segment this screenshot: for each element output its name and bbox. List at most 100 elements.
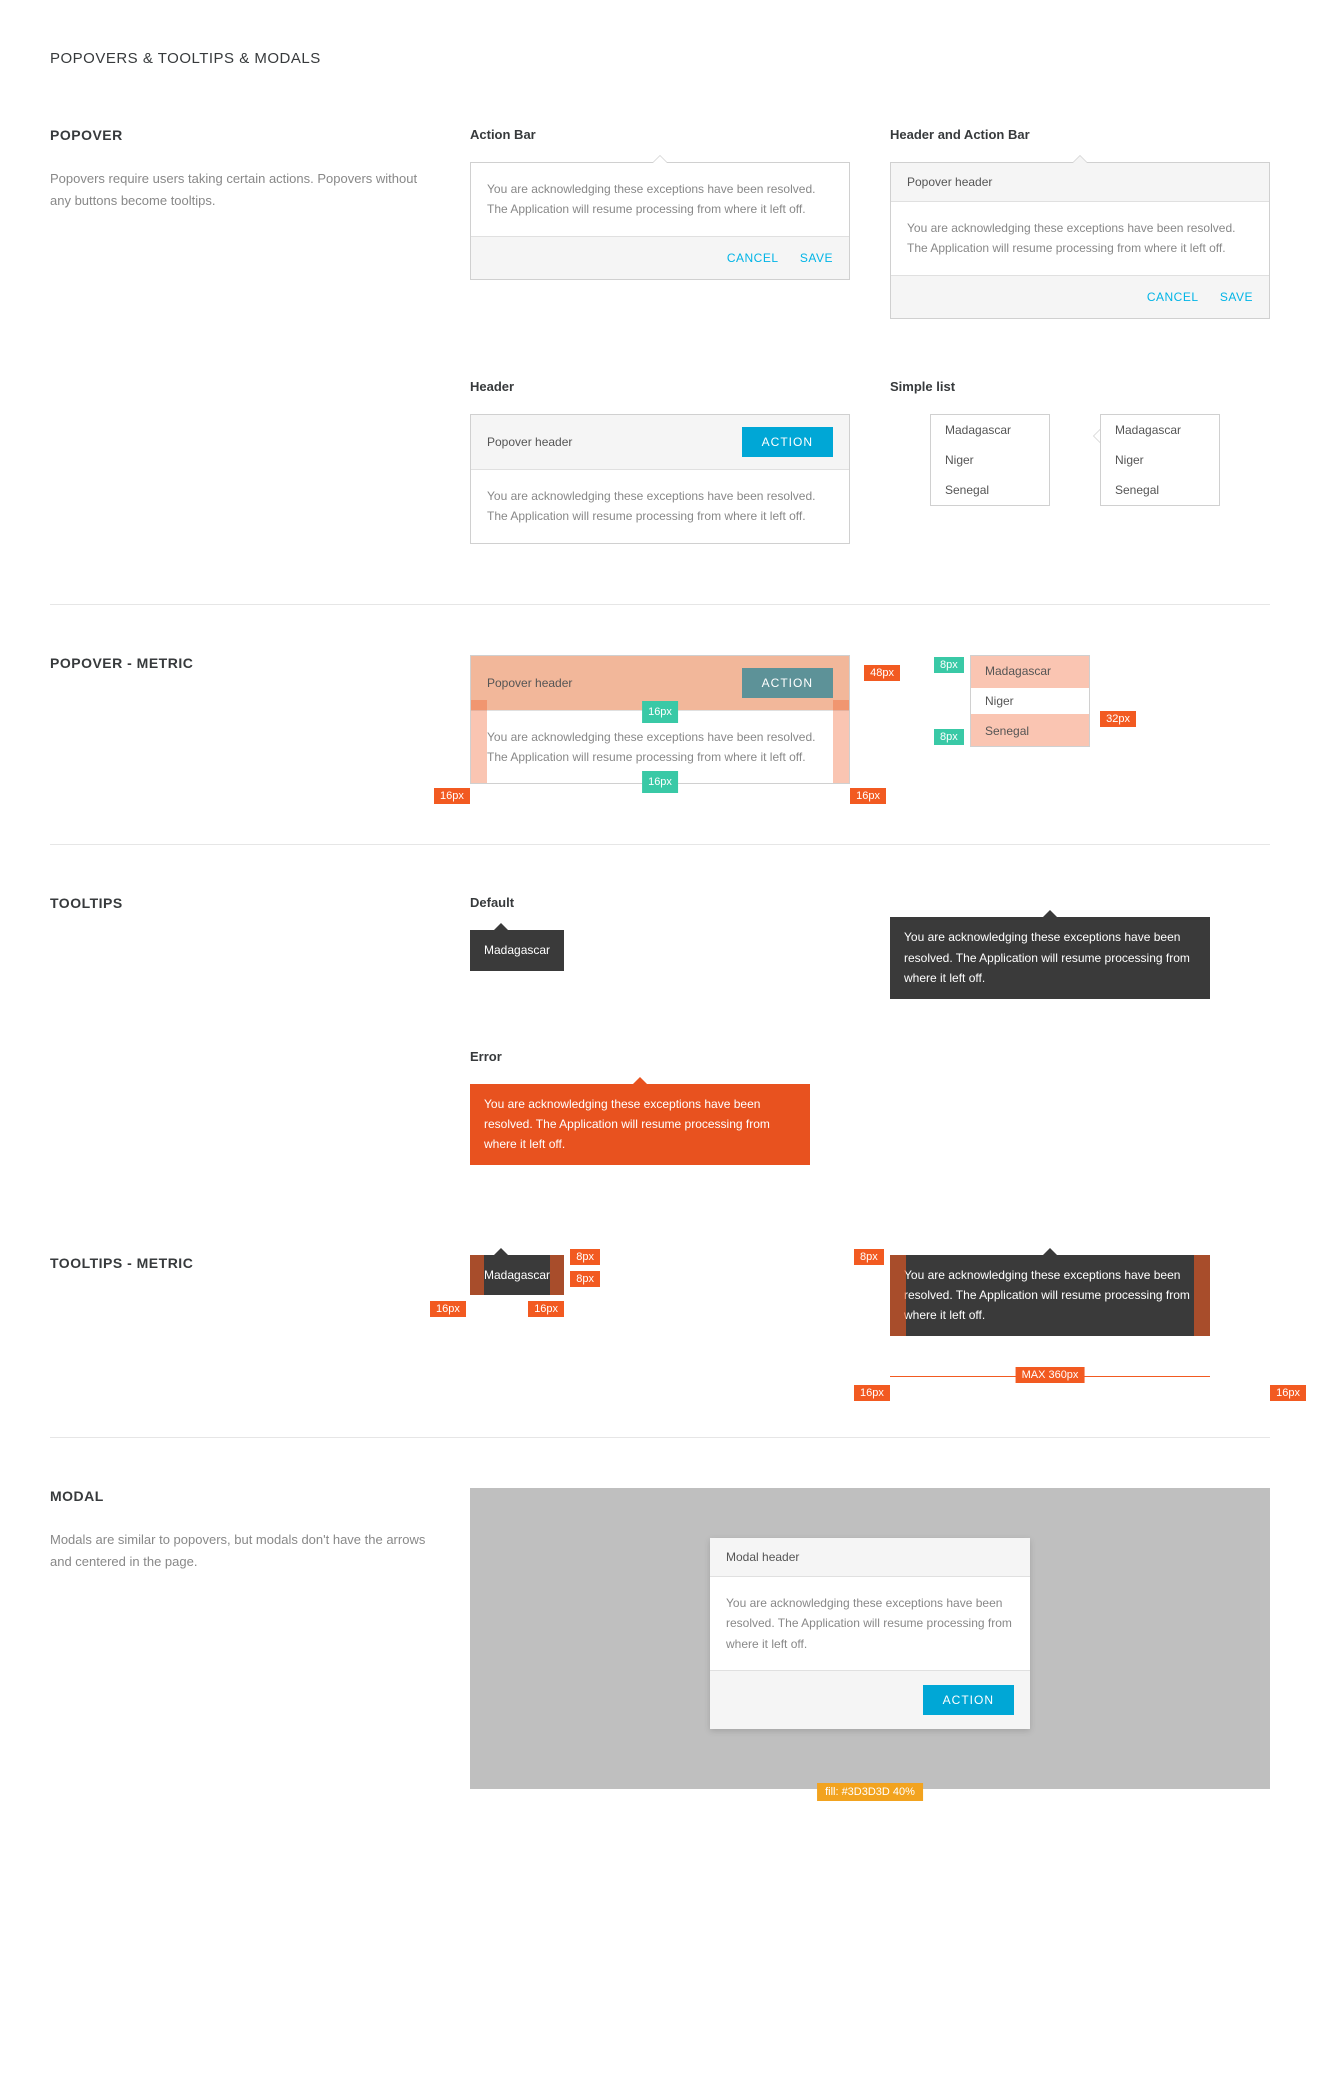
- metric-highlight: [550, 1255, 564, 1295]
- popover-description: Popovers require users taking certain ac…: [50, 168, 430, 212]
- popover-list-metric: Madagascar Niger Senegal: [970, 655, 1090, 747]
- modal-description: Modals are similar to popovers, but moda…: [50, 1529, 430, 1573]
- tooltip-text: Madagascar: [484, 943, 550, 957]
- tooltip-error: You are acknowledging these exceptions h…: [470, 1084, 810, 1165]
- popover-body: You are acknowledging these exceptions h…: [471, 711, 849, 784]
- label-header: Header: [470, 379, 850, 394]
- popover-header-text: Popover header: [907, 175, 992, 189]
- tooltip-metric-long: You are acknowledging these exceptions h…: [890, 1255, 1210, 1336]
- popover-header-text: Popover header: [487, 435, 572, 449]
- divider: [50, 604, 1270, 605]
- list-item[interactable]: Senegal: [931, 475, 1049, 505]
- metric-label: 16px: [854, 1385, 890, 1401]
- metric-label: 8px: [570, 1271, 600, 1287]
- popover-body: You are acknowledging these exceptions h…: [471, 163, 849, 236]
- save-button[interactable]: SAVE: [800, 251, 833, 265]
- tooltips-row-2: Error You are acknowledging these except…: [50, 1049, 1270, 1165]
- modal-backdrop: Modal header You are acknowledging these…: [470, 1488, 1270, 1789]
- popover-row-1: POPOVER Popovers require users taking ce…: [50, 127, 1270, 319]
- cancel-button[interactable]: CANCEL: [727, 251, 779, 265]
- action-button[interactable]: ACTION: [742, 668, 833, 698]
- popover-row-2: Header Popover header ACTION You are ack…: [50, 379, 1270, 544]
- divider: [50, 1437, 1270, 1438]
- metric-label: 8px: [854, 1249, 884, 1265]
- section-heading-tooltips: TOOLTIPS: [50, 895, 430, 911]
- metric-label: 48px: [864, 665, 900, 681]
- list-item[interactable]: Madagascar: [971, 656, 1089, 686]
- metric-label: 16px: [1270, 1385, 1306, 1401]
- popover-arrow-icon: [1072, 155, 1088, 163]
- modal-row: MODAL Modals are similar to popovers, bu…: [50, 1488, 1270, 1789]
- popover-action-bar: You are acknowledging these exceptions h…: [470, 162, 850, 280]
- popover-metric-example: Popover header ACTION You are acknowledg…: [470, 655, 850, 785]
- section-heading-popover-metric: POPOVER - METRIC: [50, 655, 430, 671]
- metric-label: 16px: [850, 788, 886, 804]
- tooltip-arrow-icon: [633, 1077, 647, 1084]
- metric-label: 16px: [430, 1301, 466, 1317]
- list-item[interactable]: Niger: [931, 445, 1049, 475]
- section-heading-modal: MODAL: [50, 1488, 430, 1504]
- metric-label: 16px: [642, 771, 678, 794]
- tooltip-arrow-icon: [1043, 1248, 1057, 1255]
- popover-action-bar-row: CANCEL SAVE: [471, 236, 849, 279]
- tooltip-text: You are acknowledging these exceptions h…: [904, 930, 1190, 985]
- tooltip-arrow-icon: [494, 923, 508, 930]
- metric-highlight: [471, 700, 487, 784]
- save-button[interactable]: SAVE: [1220, 290, 1253, 304]
- popover-metric-row: POPOVER - METRIC Popover header ACTION Y…: [50, 655, 1270, 785]
- popover-arrow-icon: [1093, 429, 1100, 443]
- metric-label: 16px: [642, 701, 678, 724]
- label-header-action-bar: Header and Action Bar: [890, 127, 1270, 142]
- label-action-bar: Action Bar: [470, 127, 850, 142]
- metric-highlight: [470, 1255, 484, 1295]
- list-item[interactable]: Senegal: [1101, 475, 1219, 505]
- metric-label: 8px: [934, 729, 964, 745]
- metric-label-max: MAX 360px: [1016, 1367, 1085, 1383]
- popover-header-action-bar: Popover header You are acknowledging the…: [890, 162, 1270, 319]
- list-item[interactable]: Madagascar: [931, 415, 1049, 445]
- label-simple-list: Simple list: [890, 379, 1270, 394]
- metric-highlight: [890, 1255, 906, 1336]
- list-item[interactable]: Senegal: [971, 716, 1089, 746]
- popover-header-only: Popover header ACTION You are acknowledg…: [470, 414, 850, 544]
- tooltip-text: You are acknowledging these exceptions h…: [904, 1268, 1190, 1323]
- tooltip-default-short: Madagascar: [470, 930, 564, 970]
- modal-dialog: Modal header You are acknowledging these…: [710, 1538, 1030, 1729]
- tooltip-default-long: You are acknowledging these exceptions h…: [890, 917, 1210, 998]
- action-button[interactable]: ACTION: [742, 427, 833, 457]
- metric-label: 16px: [434, 788, 470, 804]
- popover-list-box: Madagascar Niger Senegal: [930, 414, 1050, 506]
- list-item[interactable]: Madagascar: [1101, 415, 1219, 445]
- tooltips-metric-row: TOOLTIPS - METRIC Madagascar 8px 8px 16p…: [50, 1255, 1270, 1377]
- modal-body: You are acknowledging these exceptions h…: [710, 1577, 1030, 1670]
- popover-arrow-icon: [652, 155, 668, 163]
- list-item[interactable]: Niger: [971, 686, 1089, 716]
- popover-header: Popover header: [891, 163, 1269, 202]
- tooltip-arrow-icon: [494, 1248, 508, 1255]
- label-default: Default: [470, 895, 850, 910]
- fill-label: fill: #3D3D3D 40%: [817, 1783, 923, 1801]
- metric-label: 16px: [528, 1301, 564, 1317]
- popover-body: You are acknowledging these exceptions h…: [891, 202, 1269, 275]
- cancel-button[interactable]: CANCEL: [1147, 290, 1199, 304]
- metric-label: 8px: [934, 657, 964, 673]
- label-error: Error: [470, 1049, 850, 1064]
- metric-highlight: [1194, 1255, 1210, 1336]
- divider: [50, 844, 1270, 845]
- page-title: POPOVERS & TOOLTIPS & MODALS: [50, 50, 1270, 67]
- metric-highlight: [833, 700, 849, 784]
- tooltip-text: You are acknowledging these exceptions h…: [484, 1097, 770, 1152]
- popover-list-box-arrow: Madagascar Niger Senegal: [1100, 414, 1220, 506]
- section-heading-tooltips-metric: TOOLTIPS - METRIC: [50, 1255, 430, 1271]
- metric-label: 32px: [1100, 711, 1136, 727]
- metric-label: 8px: [570, 1249, 600, 1265]
- section-heading-popover: POPOVER: [50, 127, 430, 143]
- popover-header-text: Popover header: [487, 676, 572, 690]
- tooltips-row-1: TOOLTIPS Default Madagascar You are ackn…: [50, 895, 1270, 998]
- modal-header: Modal header: [710, 1538, 1030, 1577]
- modal-action-button[interactable]: ACTION: [923, 1685, 1014, 1715]
- tooltip-text: Madagascar: [484, 1268, 550, 1282]
- tooltip-arrow-icon: [1043, 910, 1057, 917]
- tooltip-metric-short: Madagascar: [470, 1255, 564, 1295]
- list-item[interactable]: Niger: [1101, 445, 1219, 475]
